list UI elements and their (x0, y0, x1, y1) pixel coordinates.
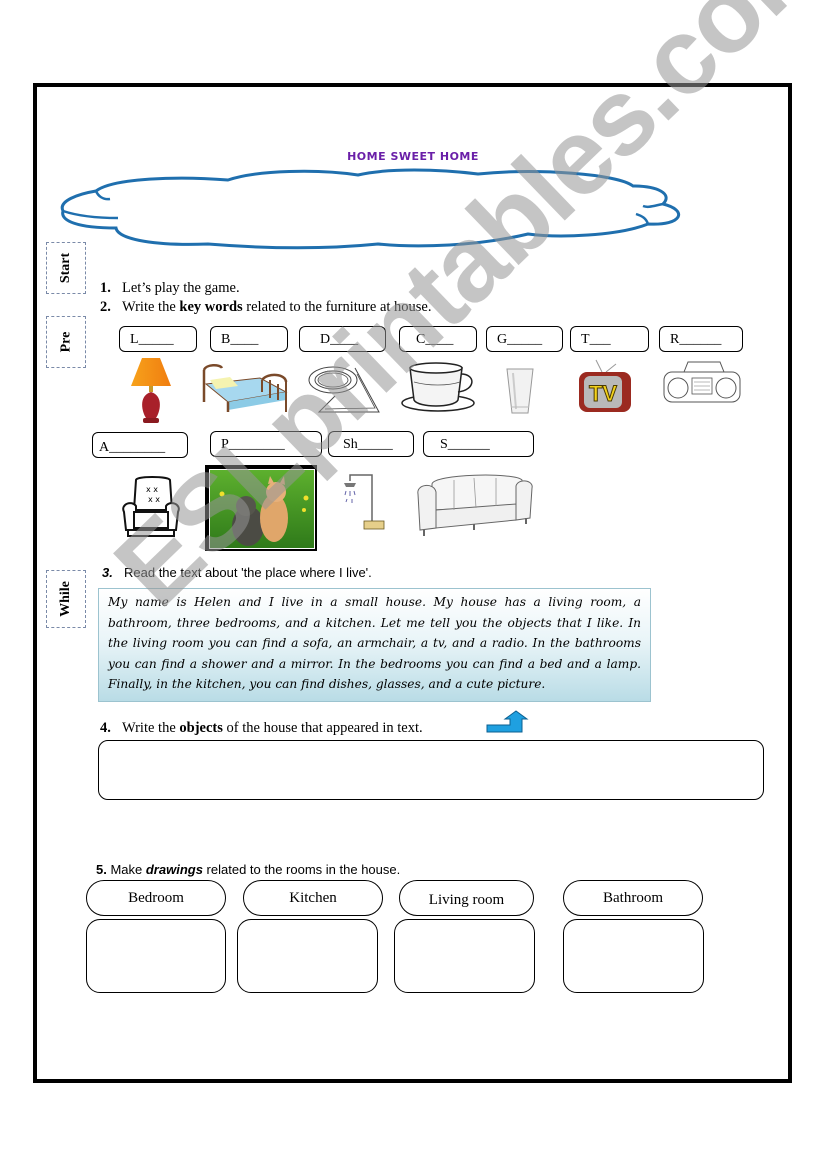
keyword-letter: Sh (343, 437, 358, 452)
task-text: Read the text about 'the place where I l… (124, 565, 372, 580)
bed-icon (202, 364, 288, 412)
lamp-icon (131, 358, 171, 423)
radio-icon (663, 361, 741, 403)
keyword-box-armchair[interactable]: A________ (92, 432, 188, 458)
stage-while-label: While (58, 581, 73, 617)
drawing-box-living-room[interactable] (394, 919, 535, 993)
task-text: Write the (122, 299, 180, 315)
keyword-blank: _____ (357, 437, 393, 452)
keyword-blank: ______ (447, 437, 490, 452)
task-4: 4. Write the objects of the house that ap… (100, 720, 423, 737)
task-keyword: key words (179, 299, 243, 315)
stage-pre: Pre (46, 316, 86, 368)
stage-while: While (46, 570, 86, 628)
keyword-blank: ____ (230, 332, 259, 347)
keyword-letter: S (440, 437, 448, 452)
keyword-blank: _____ (138, 332, 174, 347)
keyword-letter: G (497, 332, 508, 347)
keyword-box-sofa[interactable]: S______ (423, 431, 534, 457)
keyword-blank: ______ (679, 332, 722, 347)
task-number: 5. (96, 862, 107, 877)
keyword-box-glass[interactable]: G_____ (486, 326, 563, 352)
up-arrow-icon (486, 710, 529, 733)
keyword-blank: ____ (330, 332, 359, 347)
reading-text-box: My name is Helen and I live in a small h… (98, 588, 651, 702)
svg-text:x x: x x (148, 495, 160, 504)
task-text: Make (106, 862, 146, 877)
picture-icon (209, 469, 315, 549)
task-3: 3. Read the text about 'the place where I… (102, 565, 372, 580)
keyword-blank: ________ (109, 440, 166, 455)
keyword-blank: ___ (589, 332, 611, 347)
drawing-box-bedroom[interactable] (86, 919, 226, 993)
task-number: 4. (100, 720, 111, 736)
glass-icon (506, 368, 534, 414)
keyword-letter: B (221, 332, 231, 347)
dishes-icon (308, 366, 380, 413)
keyword-blank: ________ (228, 437, 285, 452)
task-1: 1. Let’s play the game. (100, 280, 240, 297)
tv-label: TV (589, 381, 617, 406)
keyword-letter: C (416, 332, 426, 347)
keyword-box-shower[interactable]: Sh_____ (328, 431, 414, 457)
drawing-box-bathroom[interactable] (563, 919, 704, 993)
shower-icon (344, 474, 385, 530)
task-2: 2. Write the key words related to the fur… (100, 299, 432, 316)
room-label-living-room: Living room (399, 880, 534, 916)
keyword-box-bed[interactable]: B____ (210, 326, 288, 352)
keyword-blank: ____ (425, 332, 454, 347)
worksheet-title: HOME SWEET HOME (347, 150, 479, 163)
keyword-box-lamp[interactable]: L_____ (119, 326, 197, 352)
task-number: 1. (100, 280, 111, 296)
keyword-letter: L (130, 332, 139, 347)
armchair-icon: x x x x (122, 476, 180, 537)
keyword-letter: R (670, 332, 680, 347)
room-label-kitchen: Kitchen (243, 880, 383, 916)
keyword-box-radio[interactable]: R______ (659, 326, 743, 352)
picture-frame (205, 465, 317, 551)
keyword-letter: A (99, 440, 110, 455)
task-keyword: drawings (145, 862, 203, 877)
task-text: Write the (122, 720, 180, 736)
stage-start-label: Start (57, 252, 73, 284)
stage-start: Start (46, 242, 86, 294)
task-text: related to the rooms in the house. (202, 862, 401, 877)
drawing-box-kitchen[interactable] (237, 919, 378, 993)
keyword-blank: _____ (507, 332, 543, 347)
task-5: 5. Make drawings related to the rooms in… (96, 862, 400, 877)
task-number: 3. (102, 565, 113, 580)
keyword-letter: T (581, 332, 590, 347)
keyword-box-dishes[interactable]: D____ (299, 326, 386, 352)
task-number: 2. (100, 299, 111, 315)
task-text: Let’s play the game. (122, 280, 240, 296)
tv-icon: TV (579, 359, 631, 412)
keyword-letter: D (320, 332, 331, 347)
sofa-icon (417, 474, 533, 536)
keyword-letter: P (221, 437, 229, 452)
objects-answer-box[interactable] (98, 740, 764, 800)
room-label-bedroom: Bedroom (86, 880, 226, 916)
keyword-box-tv[interactable]: T___ (570, 326, 649, 352)
task-text: related to the furniture at house. (242, 299, 432, 315)
svg-text:x x: x x (146, 485, 158, 494)
title-cloud (60, 168, 681, 250)
task-keyword: objects (179, 720, 223, 736)
room-label-bathroom: Bathroom (563, 880, 703, 916)
keyword-box-cup[interactable]: C____ (399, 326, 477, 352)
cup-icon (401, 362, 475, 412)
stage-pre-label: Pre (57, 331, 73, 353)
task-text: of the house that appeared in text. (222, 720, 423, 736)
keyword-box-picture[interactable]: P________ (210, 431, 322, 457)
